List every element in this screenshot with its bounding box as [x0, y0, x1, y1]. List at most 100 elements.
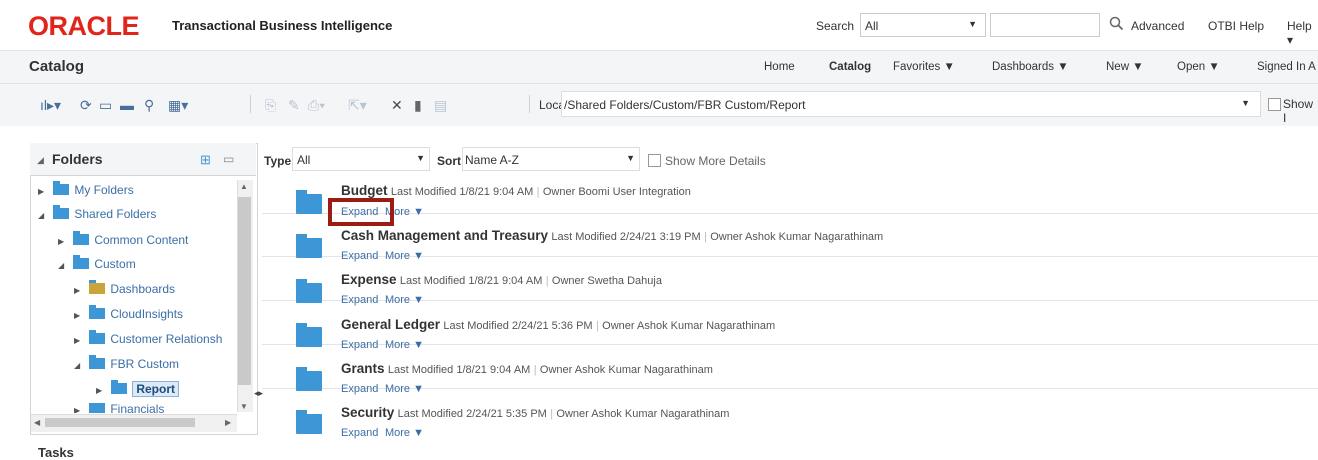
help-menu[interactable]: Help ▾: [1287, 19, 1318, 47]
tools-icon[interactable]: ▦▾: [168, 97, 188, 114]
expand-icon[interactable]: ▶: [38, 183, 50, 201]
expand-icon[interactable]: ▶: [74, 282, 86, 300]
oracle-logo: ORACLE: [28, 11, 140, 41]
collapse-icon[interactable]: ◢: [74, 357, 86, 375]
new-folder-icon[interactable]: ▬: [120, 97, 134, 113]
vertical-scroll-thumb[interactable]: [238, 197, 251, 385]
expand-link[interactable]: Expand: [341, 294, 378, 306]
tree-item-dashboards[interactable]: ▶ Dashboards: [74, 280, 175, 298]
expand-link[interactable]: Expand: [341, 427, 378, 439]
folder-icon: [73, 255, 90, 269]
item-name[interactable]: Expense: [341, 272, 397, 287]
tree-item-common-content[interactable]: ▶ Common Content: [58, 231, 188, 249]
more-menu[interactable]: More ▼: [385, 427, 424, 439]
expand-icon[interactable]: ▶: [74, 332, 86, 348]
expand-icon[interactable]: ▶: [74, 307, 86, 325]
advanced-link[interactable]: Advanced: [1131, 19, 1184, 33]
item-name[interactable]: Grants: [341, 361, 385, 376]
sort-select[interactable]: Name A-Z ▼: [462, 147, 640, 171]
search-icon[interactable]: [1108, 15, 1126, 33]
location-path-select[interactable]: /Shared Folders/Custom/FBR Custom/Report…: [561, 91, 1261, 117]
folder-icon: [53, 205, 70, 219]
nav-catalog[interactable]: Catalog: [829, 61, 871, 73]
more-menu[interactable]: More ▼: [385, 383, 424, 395]
dashboard-folder-icon: [89, 280, 106, 294]
item-owner: Owner Ashok Kumar Nagarathinam: [602, 320, 776, 332]
nav-signed-in[interactable]: Signed In A: [1257, 61, 1316, 73]
scroll-up-icon[interactable]: ▲: [240, 182, 248, 191]
collapse-icon[interactable]: ◢: [38, 207, 50, 225]
scroll-down-icon[interactable]: ▼: [240, 402, 248, 411]
more-menu[interactable]: More ▼: [385, 339, 424, 351]
expand-link[interactable]: Expand: [341, 339, 378, 351]
tree-item-label: Shared Folders: [74, 207, 157, 221]
nav-favorites[interactable]: Favorites ▼: [893, 61, 955, 73]
expand-icon[interactable]: ▶: [74, 405, 86, 413]
edit-icon: ✎: [288, 97, 300, 113]
nav-home[interactable]: Home: [764, 61, 795, 73]
expand-icon[interactable]: ▶: [96, 382, 108, 400]
otbi-help-link[interactable]: OTBI Help: [1208, 19, 1264, 33]
tree-item-label: Custom: [94, 257, 136, 271]
show-checkbox[interactable]: [1268, 98, 1281, 111]
nav-dashboards[interactable]: Dashboards ▼: [992, 61, 1069, 73]
paste-icon[interactable]: ▮: [414, 97, 422, 114]
show-more-details-checkbox[interactable]: [648, 154, 661, 167]
search-scope-select[interactable]: All ▼: [860, 13, 986, 37]
sort-value: Name A-Z: [465, 153, 520, 167]
folder-up-icon[interactable]: ▭: [99, 97, 112, 114]
chevron-down-icon: ▼: [416, 153, 425, 163]
nav-new[interactable]: New ▼: [1106, 61, 1144, 73]
item-name[interactable]: Cash Management and Treasury: [341, 228, 548, 243]
tree-item-cloudinsights[interactable]: ▶ CloudInsights: [74, 305, 183, 323]
location-path-value: /Shared Folders/Custom/FBR Custom/Report: [564, 98, 806, 112]
tree-item-label: FBR Custom: [110, 357, 180, 371]
item-name[interactable]: General Ledger: [341, 317, 440, 332]
more-menu[interactable]: More ▼: [385, 294, 424, 306]
scroll-right-icon[interactable]: ▶: [225, 418, 231, 427]
type-select[interactable]: All ▼: [292, 147, 430, 171]
more-menu[interactable]: More ▼: [385, 250, 424, 262]
panel-splitter-icon[interactable]: ◂▸: [254, 388, 263, 404]
item-modified: Last Modified 1/8/21 9:04 AM: [387, 364, 531, 376]
expand-link[interactable]: Expand: [341, 250, 378, 262]
search-input[interactable]: [990, 13, 1100, 37]
expand-tree-icon[interactable]: ⊞: [200, 152, 211, 168]
tree-item-shared-folders[interactable]: ◢ Shared Folders: [38, 205, 156, 223]
folder-icon: [89, 403, 106, 413]
item-owner: Owner Ashok Kumar Nagarathinam: [539, 364, 713, 376]
product-name: Transactional Business Intelligence: [172, 18, 393, 33]
folder-icon: [89, 330, 106, 344]
tree-item-label: My Folders: [74, 183, 134, 197]
item-actions: Expand More ▼: [341, 425, 424, 439]
expand-icon[interactable]: ▶: [58, 233, 70, 251]
scroll-left-icon[interactable]: ◀: [34, 418, 40, 427]
refresh-icon[interactable]: ⟳: [80, 97, 92, 114]
item-modified: Last Modified 1/8/21 9:04 AM: [399, 275, 543, 287]
collapse-icon[interactable]: ◢: [58, 257, 70, 275]
horizontal-scroll-thumb[interactable]: [45, 418, 195, 427]
folder-options-icon[interactable]: ▭: [223, 152, 234, 166]
tree-item-financials[interactable]: ▶ Financials: [74, 403, 164, 413]
item-name[interactable]: Security: [341, 405, 394, 420]
expand-link[interactable]: Expand: [341, 383, 378, 395]
search-scope-value: All: [865, 19, 879, 33]
tree-item-label: CloudInsights: [110, 307, 184, 321]
properties-icon: ▤: [434, 97, 448, 113]
item-name[interactable]: Budget: [341, 183, 388, 198]
tree-item-customer-relationship[interactable]: ▶ Customer Relationsh: [74, 330, 236, 348]
export-icon: ⇱▾: [348, 97, 367, 113]
tree-item-label: Financials: [110, 403, 165, 413]
folder-icon: [111, 380, 128, 394]
tree-item-custom[interactable]: ◢ Custom: [58, 255, 136, 273]
nav-open[interactable]: Open ▼: [1177, 61, 1220, 73]
type-value: All: [297, 153, 311, 167]
delete-icon[interactable]: ✕: [391, 97, 403, 114]
view-type-icon[interactable]: ıl▸▾: [40, 97, 61, 114]
search-catalog-icon[interactable]: ⚲: [144, 97, 154, 114]
tree-item-my-folders[interactable]: ▶ My Folders: [38, 181, 134, 199]
collapse-triangle-icon[interactable]: ◢: [37, 155, 44, 166]
tree-item-report[interactable]: ▶ Report: [96, 380, 180, 400]
item-modified: Last Modified 2/24/21 5:36 PM: [443, 320, 593, 332]
tree-item-fbr-custom[interactable]: ◢ FBR Custom: [74, 355, 179, 373]
